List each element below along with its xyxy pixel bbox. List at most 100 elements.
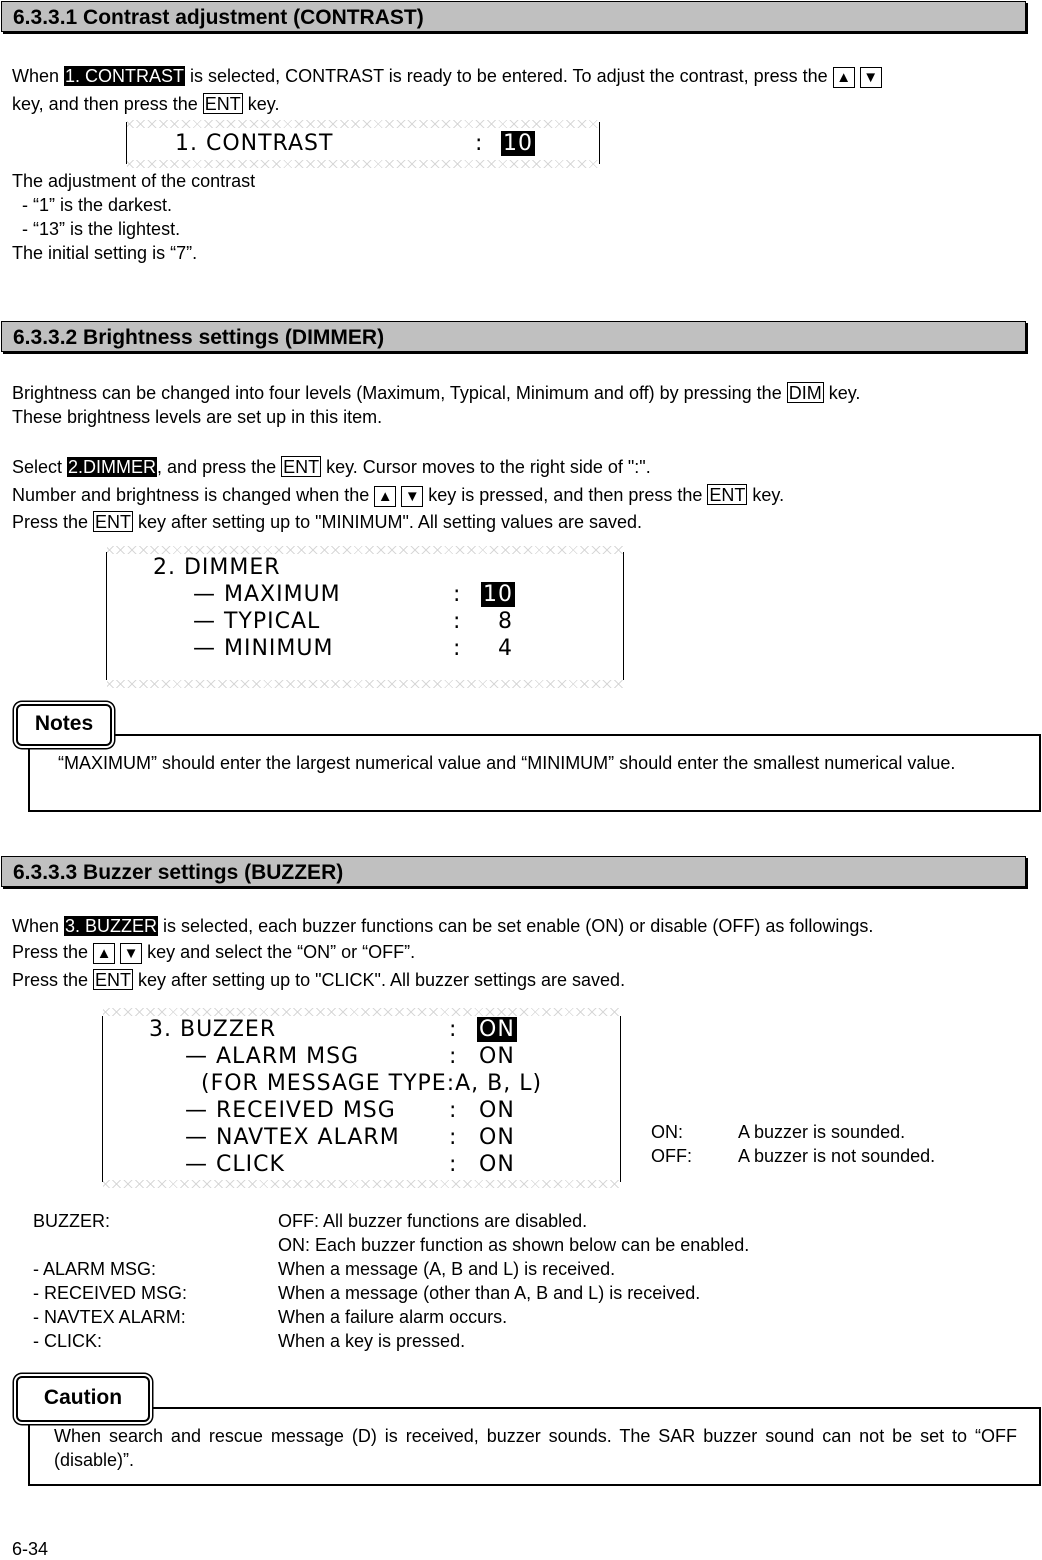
lcd-row-value: 4 (498, 636, 513, 661)
caution-text: When search and rescue message (D) is re… (54, 1426, 1017, 1470)
notes-box: “MAXIMUM” should enter the largest numer… (28, 734, 1041, 812)
lcd-contrast-display: 1. CONTRAST : 10 (126, 120, 600, 168)
desc-text: When a message (other than A, B and L) i… (278, 1283, 701, 1303)
desc-text: When a message (A, B and L) is received. (278, 1259, 616, 1279)
lcd-row-colon: : (449, 1125, 458, 1150)
legend-desc: A buzzer is not sounded. (738, 1146, 936, 1166)
lcd-row-label: — NAVTEX ALARM (185, 1125, 400, 1150)
lcd-row-colon: : (449, 1044, 458, 1069)
text: Press the (12, 512, 94, 532)
dimmer-select-line: Select 2.DIMMER, and press the ENT key. … (12, 456, 651, 478)
desc-text: When a key is pressed. (278, 1331, 466, 1351)
lcd-row-colon: : (449, 1098, 458, 1123)
lcd-buzzer-display: 3. BUZZER : ON — ALARM MSG : ON (FOR MES… (102, 1008, 621, 1188)
text: key. Cursor moves to the right side of "… (321, 457, 651, 477)
contrast-note-3: - “13” is the lightest. (12, 219, 181, 239)
lcd-label: 1. CONTRAST (175, 131, 334, 156)
lcd-colon: : (475, 131, 484, 156)
text: key. (242, 94, 280, 114)
lcd-value-selected: 10 (481, 582, 515, 607)
text: key is pressed, and then press the (423, 485, 708, 505)
text: key after setting up to "MINIMUM". All s… (133, 512, 643, 532)
dimmer-press-line: Press the ENT key after setting up to "M… (12, 511, 642, 533)
lcd-row-label: — ALARM MSG (185, 1044, 360, 1069)
ent-key: ENT (93, 511, 134, 532)
text: is selected, each buzzer functions can b… (158, 916, 874, 936)
legend-desc: A buzzer is sounded. (738, 1122, 906, 1142)
text: When (12, 66, 65, 86)
legend-term: ON: (651, 1122, 684, 1142)
text: key. (823, 383, 861, 403)
lcd-row-value: ON (479, 1125, 515, 1150)
torn-edge-bottom (103, 1180, 620, 1188)
text: key, and then press the (12, 94, 203, 114)
down-key-icon: ▼ (859, 67, 882, 88)
legend-term: OFF: (651, 1146, 692, 1166)
lcd-row-label: — TYPICAL (193, 609, 321, 634)
lcd-header-colon: : (449, 1017, 458, 1042)
desc-term: - ALARM MSG: (33, 1259, 157, 1279)
section-header-contrast: 6.3.3.1 Contrast adjustment (CONTRAST) (1, 1, 1026, 32)
section-header-dimmer: 6.3.3.2 Brightness settings (DIMMER) (1, 321, 1026, 352)
text: key. (747, 485, 785, 505)
lcd-row-value: ON (479, 1152, 515, 1177)
desc-text: ON: Each buzzer function as shown below … (278, 1235, 750, 1255)
text: Press the (12, 942, 94, 962)
torn-edge-bottom (107, 680, 623, 688)
ent-key: ENT (281, 456, 322, 477)
lcd-row-subtext: (FOR MESSAGE TYPE:A, B, L) (185, 1071, 543, 1096)
lcd-row-label: — MAXIMUM (193, 582, 341, 607)
buzzer-press2-line: Press the ENT key after setting up to "C… (12, 969, 625, 991)
torn-edge-bottom (127, 160, 599, 168)
lcd-dimmer-display: 2. DIMMER — MAXIMUM : 10 — TYPICAL : 8 —… (106, 546, 624, 688)
lcd-value-selected: ON (477, 1017, 517, 1042)
contrast-note-2: - “1” is the darkest. (12, 195, 173, 215)
ent-key: ENT (707, 484, 748, 505)
lcd-row-value: ON (479, 1044, 515, 1069)
buzzer-press1-line: Press the ▲ ▼ key and select the “ON” or… (12, 941, 415, 964)
menu-item-highlight: 3. BUZZER (64, 916, 159, 936)
up-key-icon: ▲ (374, 486, 397, 507)
lcd-value-selected: 10 (501, 131, 535, 156)
lcd-row-label: — MINIMUM (193, 636, 334, 661)
text: key and select the “ON” or “OFF”. (142, 942, 416, 962)
up-key-icon: ▲ (93, 943, 116, 964)
torn-edge-top (103, 1008, 620, 1016)
notes-text: “MAXIMUM” should enter the largest numer… (58, 753, 956, 773)
text: Select (12, 457, 68, 477)
desc-term: - CLICK: (33, 1331, 103, 1351)
lcd-header: 2. DIMMER (153, 555, 281, 580)
text: Number and brightness is changed when th… (12, 485, 375, 505)
dimmer-para1-line1: Brightness can be changed into four leve… (12, 382, 860, 404)
text: Brightness can be changed into four leve… (12, 383, 787, 403)
up-key-icon: ▲ (832, 67, 855, 88)
lcd-row-colon: : (449, 1152, 458, 1177)
lcd-row-colon: : (453, 609, 462, 634)
text: When (12, 916, 65, 936)
contrast-note-1: The adjustment of the contrast (12, 171, 256, 191)
caution-label: Caution (16, 1376, 150, 1422)
desc-term: BUZZER: (33, 1211, 111, 1231)
lcd-row-colon: : (453, 582, 462, 607)
lcd-row-label: — RECEIVED MSG (185, 1098, 396, 1123)
dim-key: DIM (786, 382, 824, 403)
ent-key: ENT (202, 93, 243, 114)
torn-edge-top (127, 120, 599, 128)
lcd-row-value: ON (479, 1098, 515, 1123)
menu-item-highlight: 1. CONTRAST (64, 66, 186, 86)
desc-text: OFF: All buzzer functions are disabled. (278, 1211, 588, 1231)
ent-key: ENT (93, 969, 134, 990)
dimmer-number-line: Number and brightness is changed when th… (12, 484, 784, 507)
lcd-row-value: 8 (498, 609, 513, 634)
lcd-header: 3. BUZZER (149, 1017, 277, 1042)
dimmer-para1-line2: These brightness levels are set up in th… (12, 407, 383, 427)
text: Press the (12, 970, 94, 990)
lcd-row-label: — CLICK (185, 1152, 285, 1177)
down-key-icon: ▼ (401, 486, 424, 507)
notes-label: Notes (16, 704, 112, 746)
desc-text: When a failure alarm occurs. (278, 1307, 508, 1327)
menu-item-highlight: 2.DIMMER (67, 457, 158, 477)
down-key-icon: ▼ (120, 943, 143, 964)
text: is selected, CONTRAST is ready to be ent… (185, 66, 833, 86)
page-number: 6-34 (12, 1539, 49, 1559)
